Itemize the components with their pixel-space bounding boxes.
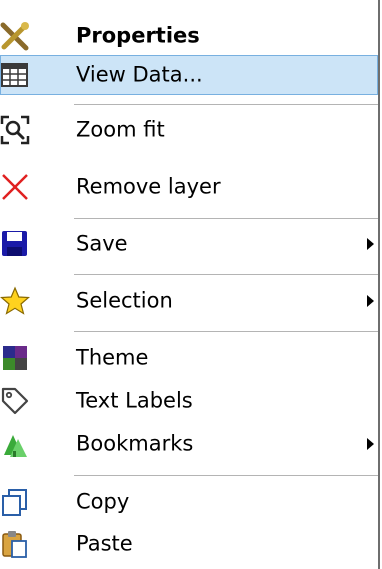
menu-item-label: Theme [76,345,149,370]
menu-item-label: Zoom fit [76,117,165,142]
table-icon [1,63,28,87]
menu-separator [74,475,378,476]
menu-item-remove-layer[interactable]: Remove layer [0,167,378,207]
menu-item-label: Text Labels [76,388,193,413]
menu-item-paste[interactable]: Paste [0,524,378,564]
floppy-disk-icon [2,231,27,256]
context-menu: Properties View Data... Zoom fit Remove … [0,0,380,569]
menu-item-zoom-fit[interactable]: Zoom fit [0,110,378,150]
zoom-fit-icon [0,115,30,145]
menu-item-copy[interactable]: Copy [0,482,378,522]
menu-item-label: Paste [76,531,133,556]
menu-item-bookmarks[interactable]: Bookmarks [0,424,378,464]
menu-item-text-labels[interactable]: Text Labels [0,381,378,421]
menu-item-label: View Data... [76,62,203,87]
menu-item-save[interactable]: Save [0,224,378,264]
menu-item-label: Selection [76,288,173,313]
menu-item-label: Properties [76,23,200,48]
menu-separator [74,274,378,275]
menu-item-properties[interactable]: Properties [0,16,378,56]
paste-icon [2,531,27,558]
menu-item-label: Bookmarks [76,431,194,456]
menu-item-theme[interactable]: Theme [0,338,378,378]
menu-separator [74,104,378,105]
menu-item-label: Remove layer [76,174,221,199]
menu-item-view-data[interactable]: View Data... [0,55,378,95]
menu-item-label: Save [76,231,128,256]
bookmark-tree-icon [4,435,27,457]
tag-icon [1,387,29,415]
star-icon [0,286,30,315]
tools-icon [0,22,29,51]
menu-separator [74,218,378,219]
submenu-arrow-icon [367,295,374,307]
submenu-arrow-icon [367,438,374,450]
theme-palette-icon [3,346,27,370]
remove-x-icon [2,174,28,200]
submenu-arrow-icon [367,238,374,250]
menu-item-label: Copy [76,489,130,514]
menu-separator [74,331,378,332]
copy-icon [2,489,27,516]
menu-item-selection[interactable]: Selection [0,281,378,321]
